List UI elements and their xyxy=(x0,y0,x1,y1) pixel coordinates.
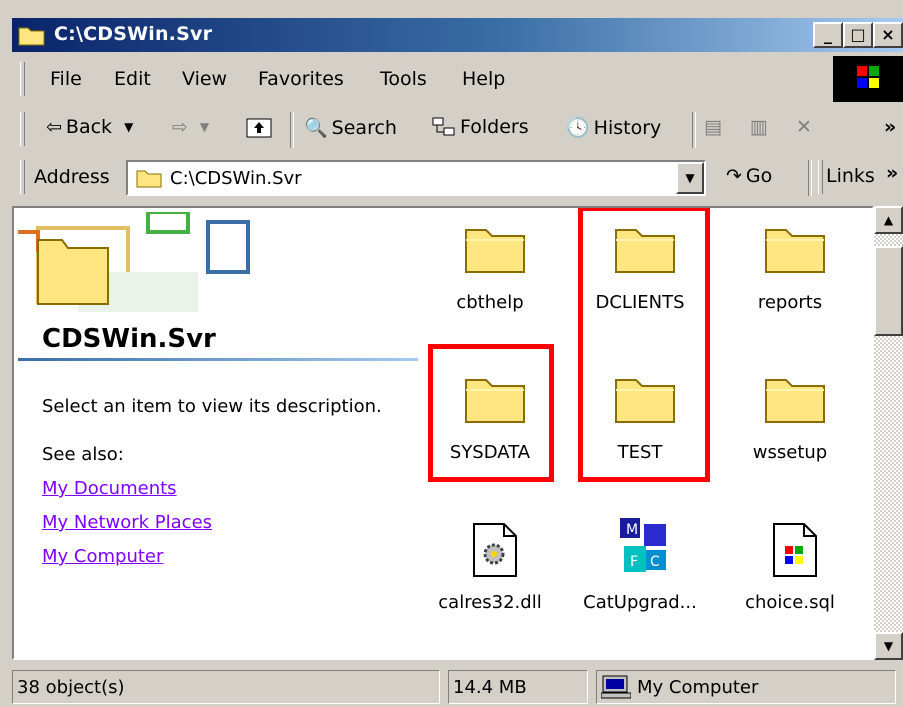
minimize-button[interactable]: _ xyxy=(813,22,843,48)
windows-logo-icon xyxy=(833,56,903,102)
links-button[interactable]: Links xyxy=(826,165,875,187)
delete-x-icon: ✕ xyxy=(796,116,812,138)
forward-button[interactable]: ⇨ ▼ xyxy=(172,116,209,138)
status-size: 14.4 MB xyxy=(448,670,588,704)
panel-see-also: See also: xyxy=(42,444,124,465)
vertical-scrollbar[interactable]: ▲ ▼ xyxy=(874,206,903,660)
status-zone-label: My Computer xyxy=(637,676,759,698)
address-bar: Address C:\CDSWin.Svr ▼ ↷ Go Links » xyxy=(12,154,903,202)
status-object-count: 38 object(s) xyxy=(12,670,440,704)
folders-label: Folders xyxy=(460,116,529,138)
panel-description: Select an item to view its description. xyxy=(42,396,382,417)
go-label: Go xyxy=(745,165,773,187)
folder-icon xyxy=(18,27,45,46)
folder-banner-graphic xyxy=(18,212,250,312)
move-to-button[interactable]: ▤ xyxy=(704,116,722,138)
menu-edit[interactable]: Edit xyxy=(114,68,151,90)
history-button[interactable]: 🕓 History xyxy=(566,116,662,140)
item-label: wssetup xyxy=(752,442,828,463)
svg-text:F: F xyxy=(630,554,638,570)
menu-view[interactable]: View xyxy=(182,68,227,90)
toolbar-separator xyxy=(808,160,812,196)
folders-tree-icon xyxy=(432,117,455,136)
address-value: C:\CDSWin.Svr xyxy=(170,168,302,189)
search-button[interactable]: 🔍 Search xyxy=(304,116,397,140)
menu-file[interactable]: File xyxy=(50,68,82,90)
links-more-button[interactable]: » xyxy=(886,162,898,184)
scroll-down-button[interactable]: ▼ xyxy=(874,632,903,660)
forward-arrow-icon: ⇨ xyxy=(172,116,188,138)
dll-file-icon xyxy=(473,523,517,577)
links-grip[interactable] xyxy=(818,160,823,194)
back-arrow-icon: ⇦ xyxy=(46,116,62,138)
go-arrow-icon: ↷ xyxy=(726,165,742,187)
menu-grip[interactable] xyxy=(20,62,25,96)
folder-icon xyxy=(136,170,162,188)
scroll-up-button[interactable]: ▲ xyxy=(874,206,903,234)
mfc-app-icon: M F C xyxy=(620,518,666,572)
forward-dropdown-icon: ▼ xyxy=(199,120,210,134)
search-label: Search xyxy=(331,116,397,139)
svg-text:C: C xyxy=(650,554,660,570)
item-label: calres32.dll xyxy=(438,592,542,613)
link-my-network-places[interactable]: My Network Places xyxy=(42,512,212,533)
toolbar-grip[interactable] xyxy=(20,112,25,146)
back-button[interactable]: ⇦ Back ▼ xyxy=(46,116,133,138)
menu-tools[interactable]: Tools xyxy=(380,68,427,90)
item-label: reports xyxy=(757,292,823,313)
item-label: SYSDATA xyxy=(449,442,531,463)
menu-favorites[interactable]: Favorites xyxy=(258,68,344,90)
address-dropdown-button[interactable]: ▼ xyxy=(676,162,704,194)
back-label: Back xyxy=(65,116,113,138)
item-label: CatUpgrad... xyxy=(583,592,697,613)
item-label: TEST xyxy=(617,442,663,463)
up-folder-icon xyxy=(246,118,272,138)
window-title: C:\CDSWin.Svr xyxy=(54,23,213,45)
item-label: choice.sql xyxy=(745,592,835,613)
address-label: Address xyxy=(34,166,110,188)
copy-to-button[interactable]: ▥ xyxy=(750,116,768,138)
history-label: History xyxy=(593,116,662,139)
link-my-computer[interactable]: My Computer xyxy=(42,546,163,567)
menu-bar: File Edit View Favorites Tools Help xyxy=(12,56,903,104)
move-to-icon: ▤ xyxy=(704,116,722,138)
link-my-documents[interactable]: My Documents xyxy=(42,478,177,499)
close-button[interactable]: × xyxy=(873,22,903,48)
panel-divider xyxy=(18,358,418,361)
folder-icon xyxy=(615,379,675,423)
up-button[interactable] xyxy=(246,116,272,138)
address-grip[interactable] xyxy=(20,160,25,194)
address-input[interactable]: C:\CDSWin.Svr ▼ xyxy=(126,160,706,196)
toolbar-more-button[interactable]: » xyxy=(884,116,896,138)
delete-button[interactable]: ✕ xyxy=(796,116,812,138)
go-button[interactable]: ↷ Go xyxy=(726,165,772,187)
folder-icon xyxy=(465,229,525,273)
toolbar-separator xyxy=(692,112,696,148)
history-clock-icon: 🕓 xyxy=(566,117,590,139)
maximize-button[interactable]: □ xyxy=(843,22,873,48)
menu-help[interactable]: Help xyxy=(462,68,505,90)
svg-text:M: M xyxy=(626,522,638,538)
status-bar: 38 object(s) 14.4 MB My Computer xyxy=(12,668,903,707)
folder-icon xyxy=(765,379,825,423)
folder-icon xyxy=(465,379,525,423)
item-label: DCLIENTS xyxy=(595,292,685,313)
explorer-window: C:\CDSWin.Svr _ □ × File Edit View Favor… xyxy=(0,0,903,707)
folder-icon xyxy=(615,229,675,273)
search-icon: 🔍 xyxy=(304,117,328,139)
my-computer-icon xyxy=(601,675,631,699)
copy-to-icon: ▥ xyxy=(750,116,768,138)
folder-icon xyxy=(765,229,825,273)
sql-file-icon xyxy=(773,523,817,577)
status-zone: My Computer xyxy=(596,670,896,704)
folder-view: CDSWin.Svr Select an item to view its de… xyxy=(12,206,874,660)
title-bar[interactable]: C:\CDSWin.Svr _ □ × xyxy=(12,18,903,52)
back-dropdown-icon: ▼ xyxy=(124,120,134,134)
panel-folder-title: CDSWin.Svr xyxy=(42,324,216,354)
toolbar-separator xyxy=(290,112,294,148)
item-label: cbthelp xyxy=(456,292,524,313)
folders-button[interactable]: Folders xyxy=(432,116,529,138)
scroll-thumb[interactable] xyxy=(874,246,903,336)
standard-toolbar: ⇦ Back ▼ ⇨ ▼ 🔍 Search Folders 🕓 History … xyxy=(12,106,903,152)
